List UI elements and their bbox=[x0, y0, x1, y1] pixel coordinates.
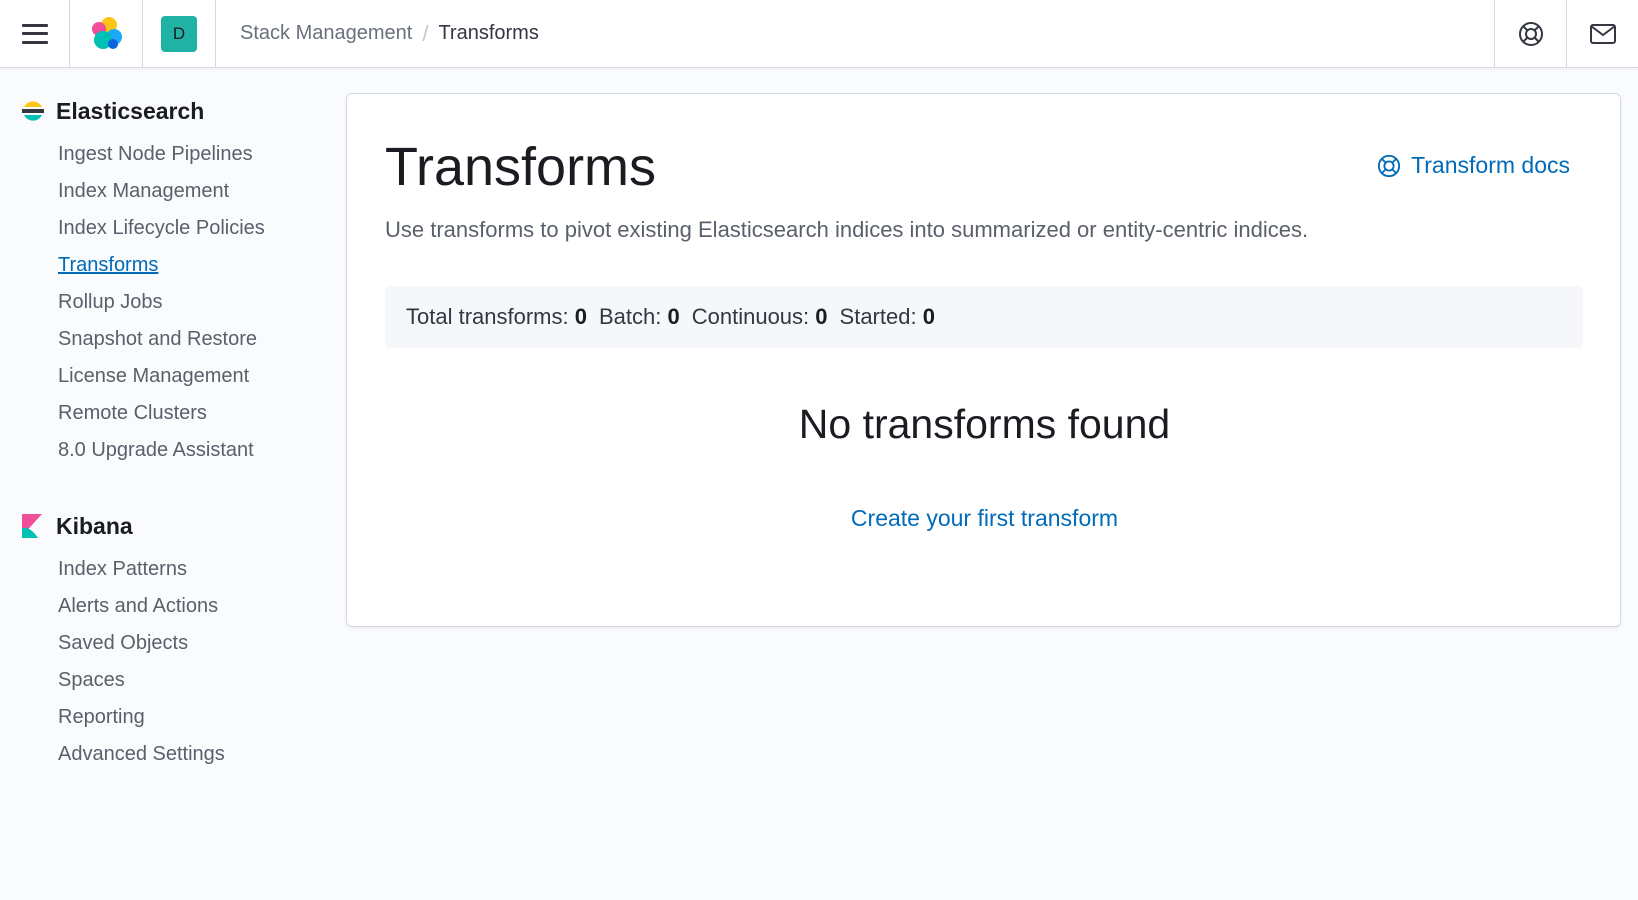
header-actions bbox=[1494, 0, 1638, 68]
breadcrumb-transforms: Transforms bbox=[438, 22, 539, 44]
transforms-panel: Transforms Transform docs Use transforms… bbox=[346, 93, 1621, 627]
sidebar-item-rollup-jobs[interactable]: Rollup Jobs bbox=[22, 284, 322, 321]
help-lifebuoy-icon bbox=[1378, 154, 1401, 177]
page-description: Use transforms to pivot existing Elastic… bbox=[385, 217, 1309, 242]
sidebar-group-label: Elasticsearch bbox=[56, 97, 205, 124]
space-selector-container: D bbox=[143, 0, 216, 68]
hamburger-menu-icon[interactable] bbox=[21, 23, 48, 44]
sidebar-item-upgrade-assistant[interactable]: 8.0 Upgrade Assistant bbox=[22, 432, 322, 469]
space-avatar[interactable]: D bbox=[161, 15, 197, 52]
sidebar-item-snapshot-and-restore[interactable]: Snapshot and Restore bbox=[22, 321, 322, 358]
create-first-transform-button[interactable]: Create your first transform bbox=[347, 505, 1622, 532]
sidebar-item-index-lifecycle-policies[interactable]: Index Lifecycle Policies bbox=[22, 210, 322, 247]
menu-toggle-container bbox=[0, 0, 70, 68]
sidebar-item-ingest-node-pipelines[interactable]: Ingest Node Pipelines bbox=[22, 136, 322, 173]
page-title: Transforms bbox=[385, 137, 657, 197]
sidebar-item-advanced-settings[interactable]: Advanced Settings bbox=[22, 736, 322, 773]
help-button[interactable] bbox=[1494, 0, 1566, 68]
sidebar-item-alerts-and-actions[interactable]: Alerts and Actions bbox=[22, 588, 322, 625]
elastic-logo-icon[interactable] bbox=[87, 15, 125, 53]
newsfeed-button[interactable] bbox=[1566, 0, 1638, 68]
transform-stats-bar: Total transforms: 0 Batch: 0 Continuous:… bbox=[385, 286, 1583, 348]
sidebar-item-spaces[interactable]: Spaces bbox=[22, 662, 322, 699]
breadcrumb: Stack Management / Transforms bbox=[216, 21, 1494, 47]
stat-continuous: Continuous: 0 bbox=[691, 304, 828, 329]
management-sidebar: Elasticsearch Ingest Node Pipelines Inde… bbox=[22, 94, 322, 813]
transform-docs-link[interactable]: Transform docs bbox=[1377, 152, 1570, 179]
sidebar-group-elasticsearch: Elasticsearch Ingest Node Pipelines Inde… bbox=[22, 94, 322, 469]
sidebar-group-kibana: Kibana Index Patterns Alerts and Actions… bbox=[22, 509, 322, 773]
sidebar-item-saved-objects[interactable]: Saved Objects bbox=[22, 625, 322, 662]
top-header: D Stack Management / Transforms bbox=[0, 0, 1638, 68]
breadcrumb-stack-management[interactable]: Stack Management bbox=[240, 22, 412, 45]
kibana-icon bbox=[22, 513, 44, 539]
sidebar-item-index-patterns[interactable]: Index Patterns bbox=[22, 551, 322, 588]
sidebar-item-transforms[interactable]: Transforms bbox=[22, 247, 322, 284]
sidebar-item-reporting[interactable]: Reporting bbox=[22, 699, 322, 736]
sidebar-group-title: Elasticsearch bbox=[22, 94, 322, 128]
elastic-logo-container bbox=[70, 0, 143, 68]
sidebar-item-license-management[interactable]: License Management bbox=[22, 358, 322, 395]
breadcrumb-separator: / bbox=[422, 20, 429, 46]
transform-docs-label: Transform docs bbox=[1411, 152, 1570, 178]
stat-total-transforms: Total transforms: 0 bbox=[406, 304, 587, 329]
sidebar-item-remote-clusters[interactable]: Remote Clusters bbox=[22, 395, 322, 432]
sidebar-item-index-management[interactable]: Index Management bbox=[22, 173, 322, 210]
stat-started: Started: 0 bbox=[839, 304, 935, 329]
empty-state-title: No transforms found bbox=[798, 401, 1171, 447]
sidebar-group-label: Kibana bbox=[56, 512, 133, 539]
elasticsearch-icon bbox=[22, 98, 44, 124]
mail-icon bbox=[1589, 23, 1616, 44]
stat-batch: Batch: 0 bbox=[598, 304, 680, 329]
help-lifebuoy-icon bbox=[1518, 21, 1543, 46]
sidebar-group-title: Kibana bbox=[22, 509, 322, 543]
